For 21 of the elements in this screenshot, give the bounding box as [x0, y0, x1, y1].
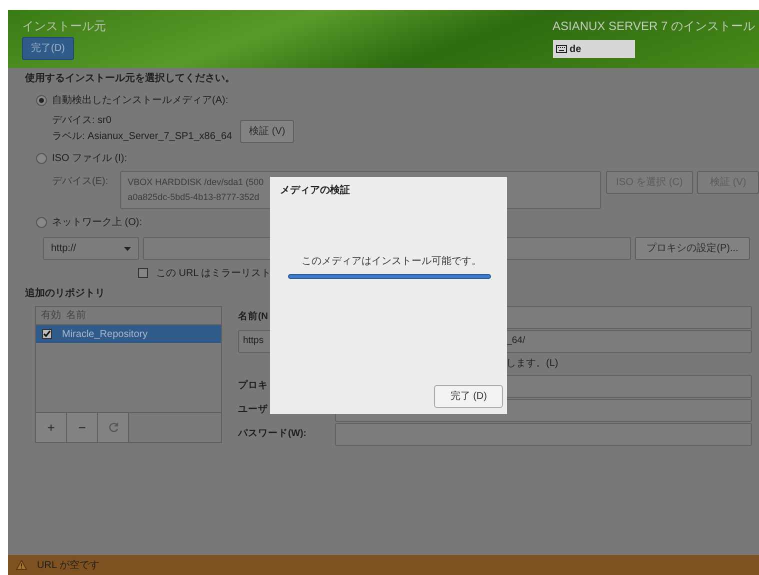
mirror-note-text: します。(L)	[506, 357, 560, 371]
window-title: インストール元	[22, 18, 106, 34]
product-title: ASIANUX SERVER 7 のインストール	[552, 18, 756, 34]
device-option-text: VBOX HARDDISK /dev/sda1 (500	[128, 176, 264, 189]
field-label: ユーザ	[238, 403, 269, 418]
field-label: 名前(N	[238, 310, 270, 324]
field-label: プロキ	[238, 379, 269, 394]
radio-label: 自動検出したインストールメディア(A):	[52, 94, 228, 108]
device-option-text: a0a825dc-5bd5-4b13-8777-352d	[128, 191, 260, 204]
section-heading: 追加のリポジトリ	[25, 286, 106, 301]
status-message: URL が空です	[37, 558, 100, 572]
device-text: デバイス: sr0	[52, 114, 112, 128]
radio-label: ISO ファイル (I):	[52, 152, 127, 166]
checkbox-label: この URL はミラーリスト	[156, 266, 272, 280]
field-label: パスワード(W):	[238, 427, 308, 442]
radio-label: ネットワーク上 (O):	[52, 216, 142, 230]
device-label: デバイス(E):	[52, 175, 110, 189]
label-text: ラベル: Asianux_Server_7_SP1_x86_64	[52, 130, 232, 144]
dialog-title: メディアの検証	[280, 184, 351, 198]
dialog-message: このメディアはインストール可能です。	[300, 255, 482, 269]
section-heading: 使用するインストール元を選択してください。	[25, 72, 236, 86]
